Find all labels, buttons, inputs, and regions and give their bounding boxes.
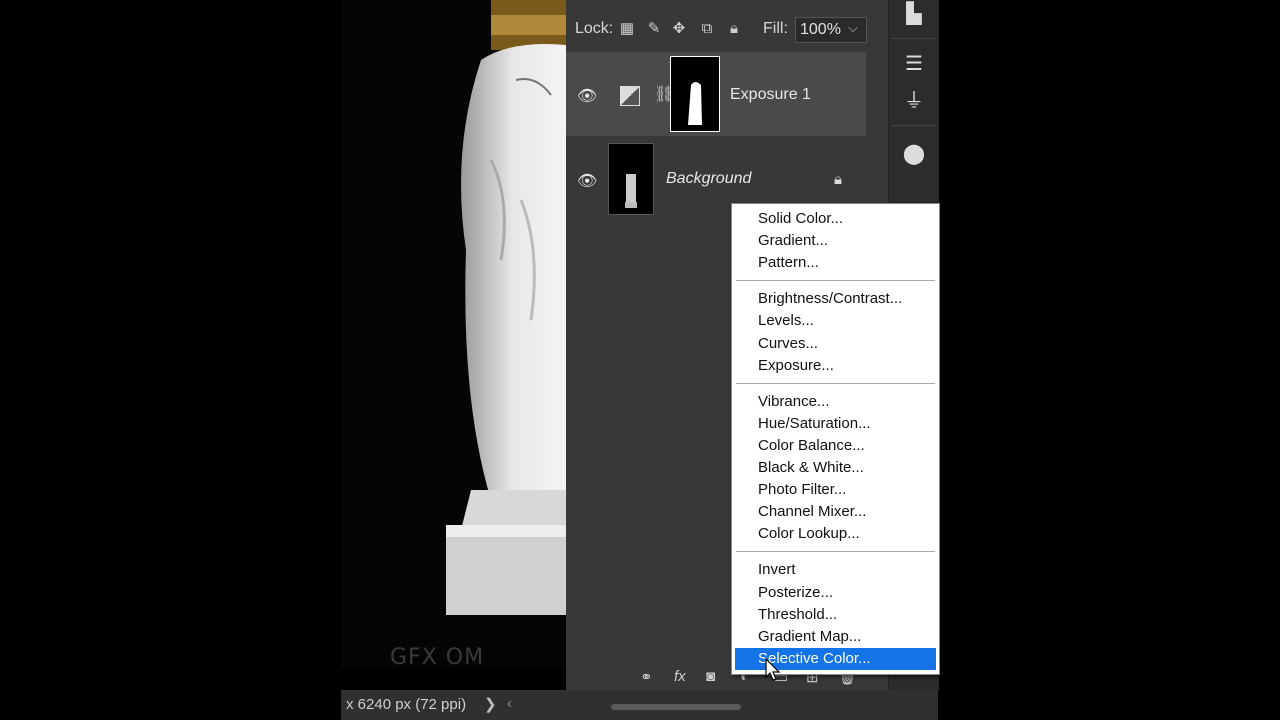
divider xyxy=(892,125,936,126)
menu-item-solid-color[interactable]: Solid Color... xyxy=(732,208,939,230)
menu-item-hue-saturation[interactable]: Hue/Saturation... xyxy=(732,413,939,435)
channels-icon[interactable]: ⬤ xyxy=(900,140,928,168)
menu-item-gradient-map[interactable]: Gradient Map... xyxy=(732,626,939,648)
menu-item-pattern[interactable]: Pattern... xyxy=(732,252,939,274)
eye-icon[interactable]: 👁︎ xyxy=(577,86,597,105)
menu-item-label: Gradient Map... xyxy=(758,627,862,645)
menu-divider xyxy=(736,382,935,384)
menu-item-black-white[interactable]: Black & White... xyxy=(732,457,939,479)
thumbnail-image xyxy=(625,174,637,208)
menu-item-threshold[interactable]: Threshold... xyxy=(732,604,939,626)
menu-item-curves[interactable]: Curves... xyxy=(732,333,939,355)
menu-divider xyxy=(736,551,935,553)
layer-mask-thumbnail[interactable] xyxy=(670,56,720,132)
mouse-cursor-icon xyxy=(765,658,781,681)
lion-statue-image xyxy=(446,0,566,615)
menu-item-label: Black & White... xyxy=(758,459,864,476)
chevron-right-icon[interactable]: ❯ xyxy=(484,695,497,713)
new-adjustment-layer-menu: Solid Color... Gradient... Pattern... Brigh… xyxy=(731,203,940,675)
menu-item-label: Posterize... xyxy=(758,583,834,601)
divider xyxy=(892,38,936,39)
menu-item-label: Vibrance... xyxy=(758,392,830,410)
lock-position-icon[interactable]: ✥ xyxy=(670,20,688,38)
layer-thumbnail[interactable] xyxy=(608,143,654,215)
menu-item-gradient[interactable]: Gradient... xyxy=(732,230,939,252)
lock-transparent-icon[interactable]: ▦ xyxy=(618,20,636,38)
menu-item-label: Brightness/Contrast... xyxy=(758,290,903,308)
fill-value: 100% xyxy=(800,21,841,38)
menu-item-label: Threshold... xyxy=(758,605,838,623)
menu-item-channel-mixer[interactable]: Channel Mixer... xyxy=(732,501,939,523)
menu-item-brightness-contrast[interactable]: Brightness/Contrast... xyxy=(732,288,939,310)
menu-item-posterize[interactable]: Posterize... xyxy=(732,582,939,604)
menu-item-label: Hue/Saturation... xyxy=(758,414,871,432)
menu-item-color-lookup[interactable]: Color Lookup... xyxy=(732,523,939,545)
menu-item-label: Exposure... xyxy=(758,356,834,374)
status-bar: x 6240 px (72 ppi) ❯ ‹ xyxy=(341,690,938,720)
chevron-left-icon[interactable]: ‹ xyxy=(507,695,512,712)
menu-item-exposure[interactable]: Exposure... xyxy=(732,355,939,377)
menu-item-invert[interactable]: Invert xyxy=(732,559,939,581)
menu-item-levels[interactable]: Levels... xyxy=(732,310,939,332)
fill-label: Fill: xyxy=(763,20,788,37)
menu-item-label: Levels... xyxy=(758,312,814,330)
horizontal-scrollbar[interactable] xyxy=(611,704,741,710)
lock-all-icon[interactable]: 🔒︎ xyxy=(725,20,743,38)
layer-name[interactable]: Exposure 1 xyxy=(730,86,811,104)
watermark-text: GFX OM xyxy=(390,645,485,670)
layer-row-exposure[interactable]: 👁︎ ⛓︎ Exposure 1 xyxy=(566,52,866,136)
fx-icon[interactable]: fx xyxy=(674,668,686,685)
eye-icon[interactable]: 👁︎ xyxy=(577,171,597,190)
lock-bar: Lock: ▦ ✎ ✥ ⧉ 🔒︎ Fill: 100% ⌵ xyxy=(566,0,888,52)
menu-item-label: Invert xyxy=(758,561,796,579)
lock-pixels-icon[interactable]: ✎ xyxy=(645,20,663,38)
mask-shape xyxy=(688,82,702,125)
menu-item-color-balance[interactable]: Color Balance... xyxy=(732,435,939,457)
document-canvas[interactable] xyxy=(341,0,566,668)
adjustment-layer-icon xyxy=(620,86,640,106)
menu-item-label: Color Lookup... xyxy=(758,525,860,543)
menu-item-photo-filter[interactable]: Photo Filter... xyxy=(732,479,939,501)
menu-item-vibrance[interactable]: Vibrance... xyxy=(732,391,939,413)
menu-item-label: Pattern... xyxy=(758,254,819,272)
lock-label: Lock: xyxy=(575,20,614,37)
link-layers-icon[interactable]: ⚭ xyxy=(640,668,653,686)
fill-input[interactable]: 100% ⌵ xyxy=(795,17,867,43)
lock-icon[interactable]: 🔒︎ xyxy=(834,171,842,188)
menu-item-label: Photo Filter... xyxy=(758,481,847,499)
paths-icon[interactable]: ⏚ xyxy=(900,87,928,115)
add-mask-icon[interactable]: ◙ xyxy=(706,668,715,685)
chevron-down-icon[interactable]: ⌵ xyxy=(848,20,858,36)
menu-item-label: Color Balance... xyxy=(758,436,865,454)
adjustments-icon[interactable]: ☰ xyxy=(900,50,928,78)
menu-item-label: Solid Color... xyxy=(758,210,844,227)
menu-item-label: Curves... xyxy=(758,334,819,352)
menu-divider xyxy=(736,280,935,282)
menu-item-label: Gradient... xyxy=(758,232,829,250)
menu-item-label: Channel Mixer... xyxy=(758,503,867,521)
document-size-text: x 6240 px (72 ppi) xyxy=(346,696,467,713)
histogram-icon[interactable]: ▙ xyxy=(900,0,928,28)
lock-artboard-icon[interactable]: ⧉ xyxy=(698,20,716,38)
layer-name[interactable]: Background xyxy=(666,170,751,188)
